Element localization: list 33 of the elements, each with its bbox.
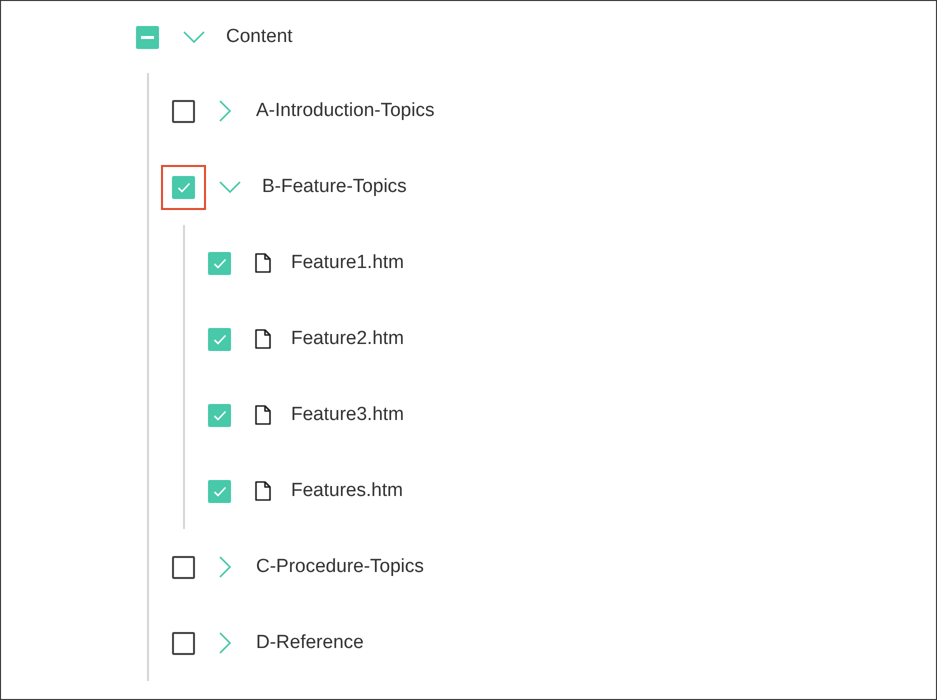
- checkbox[interactable]: [172, 176, 195, 198]
- checkbox[interactable]: [208, 328, 231, 350]
- file-label[interactable]: Features.htm: [291, 476, 403, 506]
- file-label[interactable]: Feature1.htm: [291, 248, 404, 278]
- check-icon: [212, 258, 226, 268]
- folder-label[interactable]: A-Introduction-Topics: [256, 96, 434, 126]
- document-icon: [255, 481, 271, 501]
- check-icon: [212, 410, 226, 420]
- chevron-right-icon[interactable]: [219, 632, 231, 654]
- checkbox[interactable]: [172, 556, 195, 578]
- document-icon: [255, 253, 271, 273]
- document-icon: [255, 405, 271, 425]
- folder-label[interactable]: Content: [226, 22, 293, 52]
- check-icon: [212, 334, 226, 344]
- checkbox[interactable]: [136, 26, 159, 48]
- check-icon: [212, 486, 226, 496]
- chevron-down-icon[interactable]: [219, 181, 241, 193]
- checkbox[interactable]: [208, 480, 231, 502]
- chevron-down-icon[interactable]: [183, 31, 205, 43]
- file-label[interactable]: Feature2.htm: [291, 324, 404, 354]
- checkbox[interactable]: [208, 252, 231, 274]
- folder-label[interactable]: D-Reference: [256, 628, 364, 658]
- checkbox[interactable]: [172, 100, 195, 122]
- file-label[interactable]: Feature3.htm: [291, 400, 404, 430]
- check-icon: [176, 182, 190, 192]
- folder-label[interactable]: C-Procedure-Topics: [256, 552, 424, 582]
- checkbox[interactable]: [172, 632, 195, 654]
- document-icon: [255, 329, 271, 349]
- folder-label[interactable]: B-Feature-Topics: [262, 172, 407, 202]
- dash-icon: [141, 36, 154, 38]
- chevron-right-icon[interactable]: [219, 556, 231, 578]
- checkbox[interactable]: [208, 404, 231, 426]
- chevron-right-icon[interactable]: [219, 100, 231, 122]
